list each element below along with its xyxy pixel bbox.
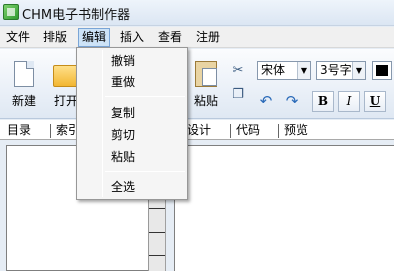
chevron-down-icon: ▼ bbox=[297, 62, 310, 79]
tab-code[interactable]: 代码 bbox=[233, 122, 263, 139]
menu-item-cut[interactable]: 剪切 bbox=[111, 126, 135, 144]
menu-separator bbox=[105, 96, 185, 97]
new-button-label: 新建 bbox=[11, 94, 36, 108]
ruler bbox=[148, 200, 166, 271]
undo-icon[interactable]: ↶ bbox=[255, 91, 277, 112]
font-name-value: 宋体 bbox=[261, 63, 286, 77]
menu-file[interactable]: 文件 bbox=[2, 28, 34, 47]
tab-divider bbox=[230, 124, 231, 138]
menu-item-undo[interactable]: 撤销 bbox=[111, 52, 135, 70]
tab-bar: 目录 索引 设计 代码 预览 bbox=[0, 120, 394, 140]
title-bar: CHM电子书制作器 bbox=[0, 0, 394, 26]
menu-view[interactable]: 查看 bbox=[154, 28, 186, 47]
cut-icon[interactable]: ✂ bbox=[231, 64, 245, 78]
paste-button[interactable]: 粘贴 bbox=[186, 61, 226, 115]
window-title: CHM电子书制作器 bbox=[22, 8, 131, 23]
font-color-picker[interactable] bbox=[372, 61, 392, 80]
tab-divider bbox=[50, 124, 51, 138]
bold-button[interactable]: B bbox=[312, 91, 334, 112]
app-icon bbox=[3, 4, 19, 20]
new-document-icon bbox=[14, 61, 34, 87]
menu-insert[interactable]: 插入 bbox=[116, 28, 148, 47]
copy-icon[interactable]: ❐ bbox=[231, 88, 245, 102]
edit-menu-dropdown: 撤销 重做 复制 剪切 粘贴 全选 bbox=[76, 47, 188, 200]
redo-icon[interactable]: ↷ bbox=[281, 91, 303, 112]
tab-contents[interactable]: 目录 bbox=[4, 122, 34, 139]
tab-divider bbox=[278, 124, 279, 138]
toolbar: 新建 打开 粘贴 ✂ ❐ 宋体 ▼ 3号字 ▼ bbox=[0, 49, 394, 119]
menu-layout[interactable]: 排版 bbox=[39, 28, 71, 47]
paste-button-label: 粘贴 bbox=[193, 94, 218, 108]
menu-separator bbox=[105, 171, 185, 172]
menu-edit[interactable]: 编辑 bbox=[78, 28, 111, 47]
app-window: CHM电子书制作器 文件 排版 编辑 插入 查看 注册 新建 打开 粘贴 ✂ ❐… bbox=[0, 0, 394, 271]
paste-icon bbox=[195, 61, 217, 87]
menu-register[interactable]: 注册 bbox=[192, 28, 224, 47]
italic-button[interactable]: I bbox=[338, 91, 360, 112]
menu-gutter bbox=[102, 50, 103, 197]
menu-bar: 文件 排版 编辑 插入 查看 注册 bbox=[0, 27, 394, 48]
tab-preview[interactable]: 预览 bbox=[281, 122, 311, 139]
menu-item-redo[interactable]: 重做 bbox=[111, 73, 135, 91]
font-name-select[interactable]: 宋体 ▼ bbox=[257, 61, 311, 80]
menu-item-copy[interactable]: 复制 bbox=[111, 104, 135, 122]
font-size-value: 3号字 bbox=[320, 63, 352, 77]
menu-item-paste[interactable]: 粘贴 bbox=[111, 148, 135, 166]
font-size-select[interactable]: 3号字 ▼ bbox=[316, 61, 366, 80]
tab-design[interactable]: 设计 bbox=[184, 122, 214, 139]
editor-panel[interactable] bbox=[174, 145, 394, 271]
underline-button[interactable]: U bbox=[364, 91, 386, 112]
menu-item-select-all[interactable]: 全选 bbox=[111, 178, 135, 196]
new-button[interactable]: 新建 bbox=[4, 61, 44, 115]
chevron-down-icon: ▼ bbox=[352, 62, 365, 79]
